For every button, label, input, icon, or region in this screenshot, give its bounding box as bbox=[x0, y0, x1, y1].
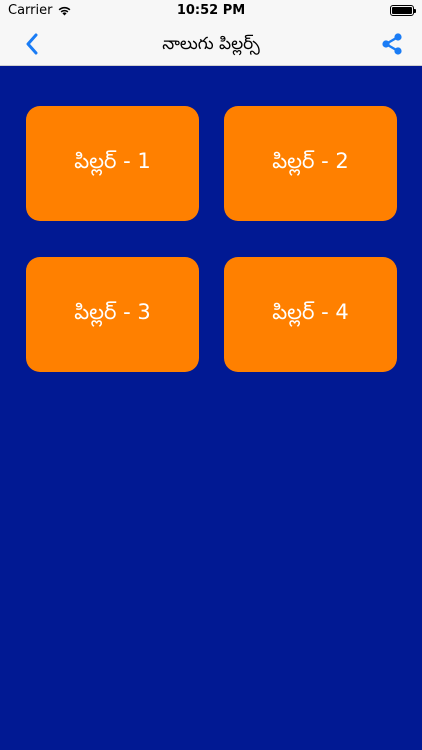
page-title: నాలుగు పిల్లర్స్ bbox=[162, 34, 260, 54]
pillar-2-label: పిల్లర్ - 2 bbox=[272, 148, 349, 173]
status-bar: Carrier 10:52 PM bbox=[0, 0, 422, 22]
pillar-3-button[interactable]: పిల్లర్ - 3 bbox=[26, 257, 199, 372]
back-button[interactable] bbox=[16, 29, 48, 59]
navigation-bar: నాలుగు పిల్లర్స్ bbox=[0, 22, 422, 66]
pillar-3-label: పిల్లర్ - 3 bbox=[74, 299, 151, 324]
pillar-1-label: పిల్లర్ - 1 bbox=[74, 148, 151, 173]
pillar-4-label: పిల్లర్ - 4 bbox=[272, 299, 349, 324]
pillars-grid: పిల్లర్ - 1 పిల్లర్ - 2 పిల్లర్ - 3 పిల్… bbox=[0, 66, 422, 750]
pillar-1-button[interactable]: పిల్లర్ - 1 bbox=[26, 106, 199, 221]
status-time: 10:52 PM bbox=[176, 3, 246, 18]
battery-fill bbox=[392, 7, 412, 14]
battery-icon bbox=[390, 5, 416, 16]
pillar-2-button[interactable]: పిల్లర్ - 2 bbox=[224, 106, 397, 221]
share-icon bbox=[382, 33, 402, 55]
share-button[interactable] bbox=[376, 29, 408, 59]
chevron-left-icon bbox=[26, 33, 38, 55]
pillar-4-button[interactable]: పిల్లర్ - 4 bbox=[224, 257, 397, 372]
